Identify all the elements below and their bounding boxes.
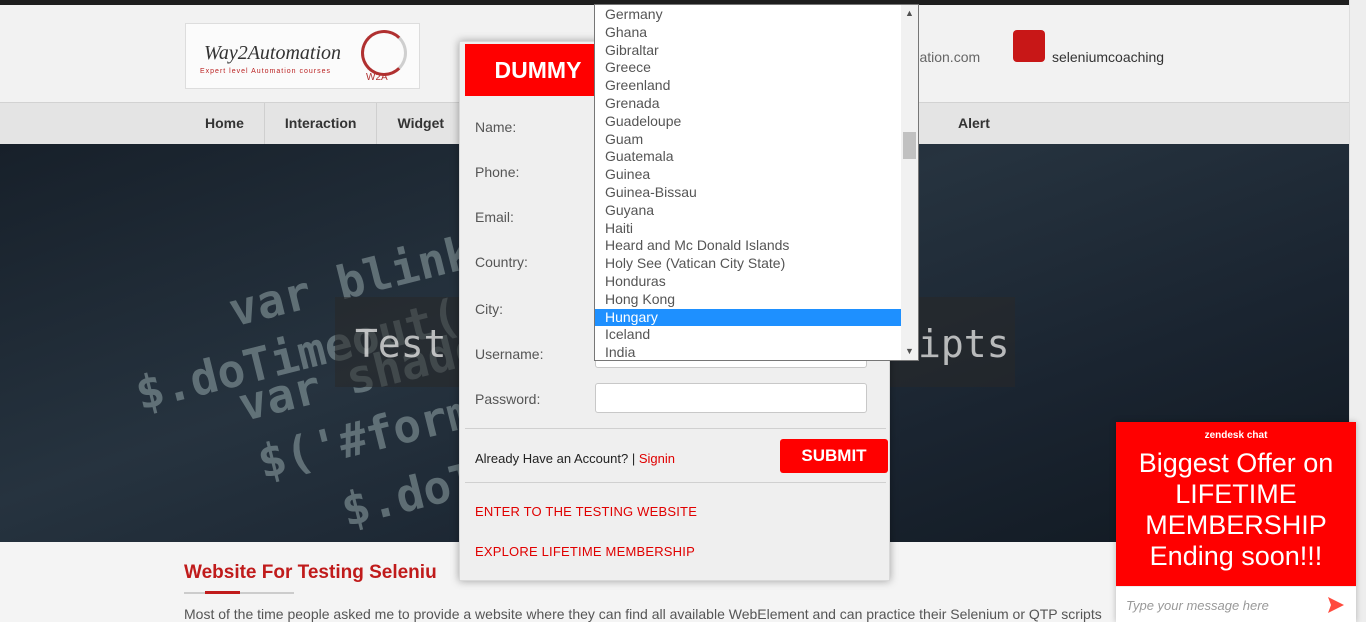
signin-link[interactable]: Signin xyxy=(639,451,675,466)
nav-item-home[interactable]: Home xyxy=(185,103,265,145)
form-divider xyxy=(465,428,886,429)
section-intro-text: Most of the time people asked me to prov… xyxy=(184,606,1102,622)
country-label: Country: xyxy=(475,254,528,270)
account-prompt: Already Have an Account? | Signin xyxy=(475,451,675,466)
skype-icon[interactable] xyxy=(1013,30,1045,62)
chat-widget[interactable]: zendesk chat Biggest Offer on LIFETIME M… xyxy=(1116,422,1356,622)
country-option[interactable]: Grenada xyxy=(595,95,901,113)
country-option[interactable]: Ghana xyxy=(595,24,901,42)
country-option[interactable]: Hong Kong xyxy=(595,291,901,309)
explore-membership-link[interactable]: EXPLORE LIFETIME MEMBERSHIP xyxy=(475,544,695,559)
country-option[interactable]: Iceland xyxy=(595,326,901,344)
country-option[interactable]: Holy See (Vatican City State) xyxy=(595,255,901,273)
country-option[interactable]: Honduras xyxy=(595,273,901,291)
phone-label: Phone: xyxy=(475,164,520,180)
country-option[interactable]: Guadeloupe xyxy=(595,113,901,131)
hero-title-left: Test xyxy=(355,322,447,366)
modal-header: DUMMY xyxy=(465,44,611,96)
nav-item-interaction[interactable]: Interaction xyxy=(265,103,378,145)
country-option[interactable]: Germany xyxy=(595,6,901,24)
logo-title: Way2Automation xyxy=(204,42,342,64)
country-option[interactable]: Haiti xyxy=(595,220,901,238)
logo-emblem-icon xyxy=(361,30,407,76)
country-option[interactable]: Greenland xyxy=(595,77,901,95)
dropdown-scrollbar[interactable]: ▲ ▼ xyxy=(901,5,918,360)
country-option[interactable]: Guinea-Bissau xyxy=(595,184,901,202)
chat-message-input[interactable] xyxy=(1126,596,1316,614)
city-label: City: xyxy=(475,301,503,317)
links-divider xyxy=(465,482,886,483)
country-option[interactable]: India xyxy=(595,344,901,360)
country-dropdown-list[interactable]: Germany Ghana Gibraltar Greece Greenland Gren… xyxy=(594,4,919,361)
nav-item-widget[interactable]: Widget xyxy=(377,103,466,145)
section-title: Website For Testing Seleniu xyxy=(184,562,437,583)
country-option[interactable]: Gibraltar xyxy=(595,42,901,60)
site-logo[interactable]: Way2Automation Expert level Automation c… xyxy=(185,23,420,89)
nav-items: Home Interaction Widget xyxy=(185,103,466,145)
country-option[interactable]: Guatemala xyxy=(595,148,901,166)
country-option[interactable]: Heard and Mc Donald Islands xyxy=(595,237,901,255)
username-label: Username: xyxy=(475,346,544,362)
country-options: Germany Ghana Gibraltar Greece Greenland Gren… xyxy=(595,6,901,360)
scroll-thumb[interactable] xyxy=(903,132,916,159)
chat-input-bar xyxy=(1116,586,1356,622)
country-option[interactable]: Guam xyxy=(595,131,901,149)
country-option[interactable]: Guyana xyxy=(595,202,901,220)
password-input[interactable] xyxy=(595,383,867,413)
logo-subtitle: Expert level Automation courses xyxy=(200,68,331,75)
skype-contact[interactable]: seleniumcoaching xyxy=(1052,49,1164,65)
enter-testing-website-link[interactable]: ENTER TO THE TESTING WEBSITE xyxy=(475,504,697,519)
nav-item-alert[interactable]: Alert xyxy=(938,103,1010,145)
country-option[interactable]: Hungary xyxy=(595,308,901,327)
submit-button[interactable]: SUBMIT xyxy=(780,439,888,473)
hero-title-right: ipts xyxy=(918,322,1010,366)
scroll-up-icon[interactable]: ▲ xyxy=(901,5,918,22)
password-label: Password: xyxy=(475,391,541,407)
email-label: Email: xyxy=(475,209,514,225)
logo-mark-text: W2A xyxy=(366,72,388,83)
modal-title: DUMMY xyxy=(494,57,582,83)
send-arrow-icon[interactable] xyxy=(1326,595,1346,615)
country-option[interactable]: Guinea xyxy=(595,166,901,184)
scroll-down-icon[interactable]: ▼ xyxy=(901,343,918,360)
chat-brand: zendesk chat xyxy=(1204,430,1268,441)
account-prompt-text: Already Have an Account? | xyxy=(475,451,636,466)
country-option[interactable]: Greece xyxy=(595,59,901,77)
chat-offer-text: Biggest Offer on LIFETIME MEMBERSHIP End… xyxy=(1138,448,1334,571)
name-label: Name: xyxy=(475,119,517,135)
section-divider-accent xyxy=(205,591,240,594)
